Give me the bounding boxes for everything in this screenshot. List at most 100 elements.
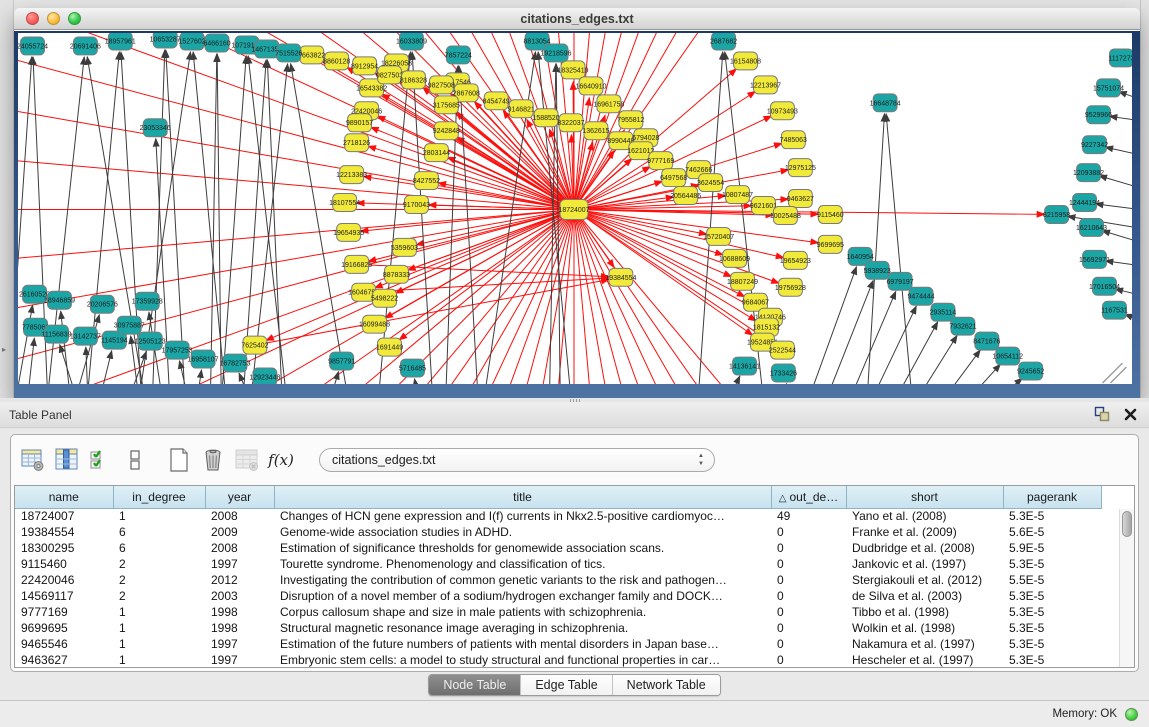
function-builder-icon[interactable]: f(x) — [267, 446, 295, 474]
select-column-icon[interactable] — [53, 446, 81, 474]
graph-node[interactable]: 19166825 — [341, 255, 372, 273]
graph-node[interactable]: 1362615 — [582, 122, 609, 140]
graph-node[interactable]: 19218596 — [541, 44, 572, 62]
graph-node[interactable]: 10973493 — [767, 102, 798, 120]
table-row[interactable]: 1830029562008Estimation of significance … — [15, 540, 1101, 556]
graph-node[interactable]: 9242848 — [433, 122, 460, 140]
deselect-rows-icon[interactable] — [121, 446, 149, 474]
graph-node[interactable]: 19756928 — [775, 278, 806, 296]
graph-node[interactable]: 3175685 — [433, 96, 460, 114]
graph-node[interactable]: 6497568 — [660, 169, 687, 187]
create-table-icon[interactable] — [165, 446, 193, 474]
graph-node[interactable]: 14136141 — [729, 357, 760, 375]
graph-node[interactable]: 16210643 — [1076, 218, 1107, 236]
table-row[interactable]: 1456911722003Disruption of a novel membe… — [15, 588, 1101, 604]
graph-node[interactable]: 12923448 — [249, 368, 280, 384]
graph-node[interactable]: 8427552 — [413, 172, 440, 190]
graph-node[interactable]: 13142737 — [70, 327, 101, 345]
graph-node[interactable]: 18957961 — [105, 33, 136, 50]
graph-node[interactable]: 9115460 — [817, 206, 844, 224]
graph-node[interactable]: 15720407 — [703, 227, 734, 245]
graph-node[interactable]: 7515526 — [275, 44, 302, 62]
graph-node[interactable]: 15751074 — [1093, 79, 1124, 97]
delete-table-icon[interactable] — [199, 446, 227, 474]
table-selector-dropdown[interactable]: citations_edges.txt ▲▼ — [319, 448, 715, 472]
graph-node[interactable]: 24055724 — [18, 37, 48, 55]
graph-node[interactable]: 2803144 — [423, 144, 450, 162]
table-row[interactable]: 1872400712008Changes of HCN gene express… — [15, 508, 1101, 524]
graph-node[interactable]: 1527602 — [179, 33, 206, 50]
graph-node[interactable]: 8186328 — [400, 71, 427, 89]
table-vertical-scrollbar[interactable] — [1119, 509, 1134, 667]
graph-node[interactable]: 5938923 — [864, 261, 891, 279]
column-header-pagerank[interactable]: pagerank — [1003, 486, 1101, 508]
column-header-short[interactable]: short — [846, 486, 1003, 508]
graph-node[interactable]: 18807249 — [727, 272, 758, 290]
graph-node[interactable]: 15692971 — [1079, 250, 1110, 268]
resize-grip[interactable] — [1102, 363, 1126, 383]
graph-node[interactable]: 8878333 — [383, 265, 410, 283]
graph-node[interactable]: 16154808 — [730, 52, 761, 70]
graph-node[interactable]: 9777169 — [647, 152, 674, 170]
graph-node[interactable]: 12213383 — [336, 166, 367, 184]
graph-node[interactable]: 1691449 — [376, 338, 403, 356]
graph-node[interactable]: 5359603 — [391, 238, 418, 256]
table-row[interactable]: 946554611997Estimation of the future num… — [15, 636, 1101, 652]
graph-node[interactable]: 16782753 — [219, 354, 250, 372]
graph-node[interactable]: 19654935 — [333, 223, 364, 241]
table-row[interactable]: 946362711997Embryonic stem cells: a mode… — [15, 652, 1101, 668]
graph-node[interactable]: 7625402 — [241, 336, 268, 354]
graph-node[interactable]: 1167531 — [1101, 301, 1128, 319]
graph-node[interactable]: 3624554 — [697, 174, 724, 192]
graph-node[interactable]: 10807487 — [722, 186, 753, 204]
graph-node[interactable]: 9245652 — [1017, 362, 1044, 380]
graph-node[interactable]: 1117273 — [1108, 49, 1132, 67]
graph-hub-node[interactable]: 18724007 — [558, 200, 589, 220]
graph-node[interactable]: 2687682 — [710, 33, 737, 50]
table-settings-icon[interactable] — [19, 446, 47, 474]
column-header-year[interactable]: year — [205, 486, 274, 508]
graph-node[interactable]: 8322037 — [557, 114, 584, 132]
graph-node[interactable]: 16648784 — [870, 94, 901, 112]
graph-node[interactable]: 9529966 — [1085, 106, 1112, 124]
graph-node[interactable]: 16640910 — [575, 77, 606, 95]
graph-node[interactable]: 20206576 — [87, 295, 118, 313]
splitter-collapse-arrow[interactable]: ▸ — [2, 345, 6, 354]
graph-node[interactable]: 19384554 — [605, 268, 636, 286]
graph-node[interactable]: 16958107 — [188, 350, 219, 368]
graph-node[interactable]: 23053346 — [140, 119, 171, 137]
graph-node[interactable]: 12213967 — [750, 76, 781, 94]
graph-node[interactable]: 1588520 — [533, 109, 560, 127]
graph-node[interactable]: 9146821 — [508, 100, 535, 118]
tab-edge-table[interactable]: Edge Table — [520, 675, 611, 695]
graph-node[interactable]: 20691406 — [70, 37, 101, 55]
graph-node[interactable]: 7485063 — [780, 131, 807, 149]
tab-network-table[interactable]: Network Table — [612, 675, 720, 695]
graph-node[interactable]: 6466160 — [203, 34, 230, 52]
graph-node[interactable]: 10653287 — [150, 33, 181, 48]
graph-node[interactable]: 7857224 — [445, 46, 472, 64]
float-window-icon[interactable] — [1094, 406, 1110, 422]
network-window-titlebar[interactable]: citations_edges.txt — [14, 8, 1140, 30]
table-row[interactable]: 977716911998Corpus callosum shape and si… — [15, 604, 1101, 620]
table-row[interactable]: 1938455462009Genome-wide association stu… — [15, 524, 1101, 540]
select-all-rows-icon[interactable] — [87, 446, 115, 474]
graph-node[interactable]: 9827508 — [428, 76, 455, 94]
graph-node[interactable]: 9857791 — [328, 352, 355, 370]
graph-node[interactable]: 9474444 — [907, 287, 934, 305]
graph-node[interactable]: 12444194 — [1069, 194, 1100, 212]
column-header-title[interactable]: title — [274, 486, 771, 508]
graph-node[interactable]: 8912954 — [351, 57, 378, 75]
graph-node[interactable]: 16961758 — [593, 95, 624, 113]
table-row[interactable]: 2242004622012Investigating the contribut… — [15, 572, 1101, 588]
graph-node[interactable]: 18107554 — [329, 194, 360, 212]
graph-node[interactable]: 1733426 — [770, 364, 797, 382]
graph-node[interactable]: 5498222 — [371, 289, 398, 307]
graph-node[interactable]: 6979197 — [887, 272, 914, 290]
graph-node[interactable]: 12093882 — [1073, 164, 1104, 182]
graph-node[interactable]: 9227342 — [1081, 136, 1108, 154]
graph-node[interactable]: 9699695 — [817, 235, 844, 253]
graph-node[interactable]: 10025488 — [770, 207, 801, 225]
graph-node[interactable]: 7932621 — [949, 317, 976, 335]
graph-node[interactable]: 8215958 — [1043, 206, 1070, 224]
